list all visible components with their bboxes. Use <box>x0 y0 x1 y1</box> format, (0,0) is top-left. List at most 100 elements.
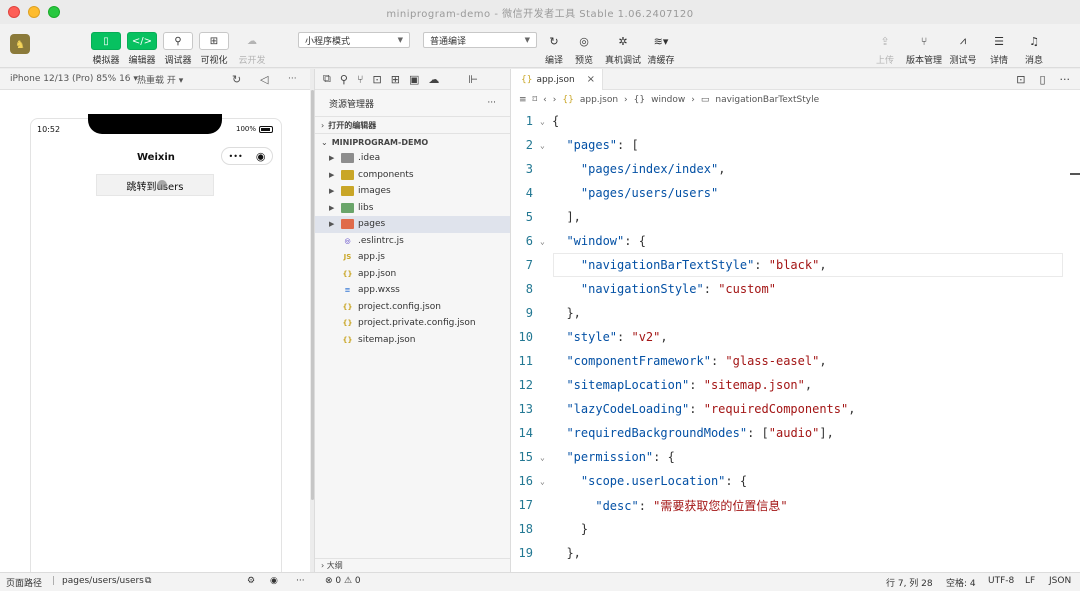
real-device-debug-button[interactable]: ✲ 真机调试 <box>604 32 642 67</box>
code-line[interactable]: 18 } <box>511 517 1080 541</box>
tab-app-json[interactable]: {} app.json × <box>511 69 603 90</box>
encoding[interactable]: UTF-8 <box>988 576 1014 586</box>
volume-icon[interactable]: ◁ <box>260 73 268 86</box>
mini-program-capsule[interactable]: ••• ◉ <box>221 147 273 165</box>
preview-button[interactable]: ◎ 预览 <box>565 32 603 67</box>
more-icon[interactable]: ··· <box>296 576 305 586</box>
debugger-toggle-button[interactable]: ⚲ 调试器 <box>159 32 197 66</box>
minimize-window-button[interactable] <box>28 6 40 18</box>
fold-chevron-icon[interactable]: ⌄ <box>540 117 545 126</box>
fold-chevron-icon[interactable]: ⌄ <box>540 453 545 462</box>
page-path-label[interactable]: 页面路径 <box>6 576 42 589</box>
folder-item[interactable]: ▶ images <box>315 183 510 200</box>
search-icon[interactable]: ⚲ <box>340 73 348 86</box>
version-management-button[interactable]: ⑂ 版本管理 <box>905 32 943 67</box>
close-window-button[interactable] <box>8 6 20 18</box>
code-line[interactable]: 10 "style": "v2", <box>511 325 1080 349</box>
folder-item[interactable]: ▶ components <box>315 167 510 184</box>
extensions-icon[interactable]: ⊞ <box>391 73 400 86</box>
code-line[interactable]: 7 "navigationBarTextStyle": "black", <box>511 253 1080 277</box>
source-control-icon[interactable]: ⑂ <box>357 73 364 86</box>
settings-icon[interactable]: ⚙ <box>247 576 255 586</box>
bookmark-icon[interactable]: ⌑ <box>533 95 538 105</box>
file-item[interactable]: ◎ .eslintrc.js <box>315 233 510 250</box>
messages-button[interactable]: ♫ 消息 <box>1015 32 1053 67</box>
code-line[interactable]: 4 "pages/users/users" <box>511 181 1080 205</box>
code-line[interactable]: 12 "sitemapLocation": "sitemap.json", <box>511 373 1080 397</box>
file-item[interactable]: {} project.private.config.json <box>315 315 510 332</box>
device-select[interactable]: iPhone 12/13 (Pro) 85% 16 ▾ <box>10 74 138 84</box>
mode-select[interactable]: 小程序模式 ▼ <box>298 32 410 48</box>
compile-mode-select[interactable]: 普通编译 ▼ <box>423 32 537 48</box>
split-panel-icon[interactable]: ⊩ <box>468 73 478 86</box>
folder-item[interactable]: ▶ .idea <box>315 150 510 167</box>
project-section[interactable]: ⌄ MINIPROGRAM-DEMO <box>315 133 510 150</box>
preview-file-icon[interactable]: ⊡ <box>1016 73 1025 86</box>
back-icon[interactable]: ‹ <box>543 95 547 105</box>
code-line[interactable]: 16 ⌄ "scope.userLocation": { <box>511 469 1080 493</box>
project-avatar-icon[interactable]: ♞ <box>10 34 30 54</box>
file-item[interactable]: JS app.js <box>315 249 510 266</box>
code-line[interactable]: 13 "lazyCodeLoading": "requiredComponent… <box>511 397 1080 421</box>
eye-icon[interactable]: ◉ <box>270 576 278 586</box>
split-editor-icon[interactable]: ▯ <box>1039 73 1045 86</box>
file-item[interactable]: {} sitemap.json <box>315 332 510 349</box>
jump-to-users-button[interactable]: 跳转到users <box>96 174 214 196</box>
cloud-dev-button[interactable]: ☁ 云开发 <box>233 32 271 67</box>
code-line[interactable]: 9 }, <box>511 301 1080 325</box>
fold-chevron-icon[interactable]: ⌄ <box>540 237 545 246</box>
breadcrumb-window[interactable]: window <box>651 95 685 105</box>
outline-section[interactable]: › 大纲 <box>315 558 511 572</box>
test-account-button[interactable]: ⩘ 测试号 <box>944 32 982 66</box>
breadcrumb-property[interactable]: navigationBarTextStyle <box>715 95 819 105</box>
code-line[interactable]: 14 "requiredBackgroundModes": ["audio"], <box>511 421 1080 445</box>
cloud-icon[interactable]: ☁ <box>428 73 439 86</box>
capsule-more-icon[interactable]: ••• <box>229 152 243 161</box>
code-line[interactable]: 1 ⌄ { <box>511 109 1080 133</box>
page-path[interactable]: pages/users/users <box>62 576 144 586</box>
folder-item[interactable]: ▶ libs <box>315 200 510 217</box>
code-line[interactable]: 17 "desc": "需要获取您的位置信息" <box>511 493 1080 517</box>
folder-item[interactable]: ▶ pages <box>315 216 510 233</box>
image-icon[interactable]: ▣ <box>409 73 419 86</box>
code-line[interactable]: 8 "navigationStyle": "custom" <box>511 277 1080 301</box>
maximize-window-button[interactable] <box>48 6 60 18</box>
code-line[interactable]: 2 ⌄ "pages": [ <box>511 133 1080 157</box>
details-button[interactable]: ☰ 详情 <box>980 32 1018 67</box>
rotate-icon[interactable]: ↻ <box>232 73 241 86</box>
more-icon[interactable]: ··· <box>1060 73 1071 86</box>
problems-count[interactable]: ⊗ 0 ⚠ 0 <box>325 576 361 586</box>
file-item[interactable]: {} project.config.json <box>315 299 510 316</box>
forward-icon[interactable]: › <box>553 95 557 105</box>
code-line[interactable]: 5 ], <box>511 205 1080 229</box>
editor-toggle-button[interactable]: </> 编辑器 <box>123 32 161 66</box>
breadcrumb-file[interactable]: app.json <box>580 95 618 105</box>
explorer-more-icon[interactable]: ··· <box>487 98 496 108</box>
visual-toggle-button[interactable]: ⊞ 可视化 <box>195 32 233 66</box>
fold-chevron-icon[interactable]: ⌄ <box>540 477 545 486</box>
files-icon[interactable]: ⧉ <box>323 72 331 86</box>
upload-button[interactable]: ⇪ 上传 <box>866 32 904 67</box>
copy-icon[interactable]: ⧉ <box>145 576 151 586</box>
cursor-position[interactable]: 行 7, 列 28 <box>886 576 933 589</box>
close-icon[interactable]: × <box>587 74 595 85</box>
clear-cache-button[interactable]: ≋▾ 清缓存 <box>642 32 680 67</box>
code-line[interactable]: 6 ⌄ "window": { <box>511 229 1080 253</box>
capsule-close-icon[interactable]: ◉ <box>256 150 266 163</box>
code-line[interactable]: 15 ⌄ "permission": { <box>511 445 1080 469</box>
file-item[interactable]: ≡ app.wxss <box>315 282 510 299</box>
hot-reload-select[interactable]: 热重载 开 ▾ <box>137 73 183 86</box>
code-line[interactable]: 19 }, <box>511 541 1080 565</box>
language-mode[interactable]: JSON <box>1049 576 1071 586</box>
debug-icon[interactable]: ⊡ <box>373 73 382 86</box>
more-icon[interactable]: ··· <box>288 74 297 84</box>
fold-chevron-icon[interactable]: ⌄ <box>540 141 545 150</box>
open-editors-section[interactable]: › 打开的编辑器 <box>315 116 510 133</box>
code-line[interactable]: 11 "componentFramework": "glass-easel", <box>511 349 1080 373</box>
code-line[interactable]: 3 "pages/index/index", <box>511 157 1080 181</box>
simulator-toggle-button[interactable]: ▯ 模拟器 <box>87 32 125 66</box>
file-item[interactable]: {} app.json <box>315 266 510 283</box>
indentation[interactable]: 空格: 4 <box>946 576 976 589</box>
list-icon[interactable]: ≡ <box>519 95 527 105</box>
line-ending[interactable]: LF <box>1025 576 1035 586</box>
